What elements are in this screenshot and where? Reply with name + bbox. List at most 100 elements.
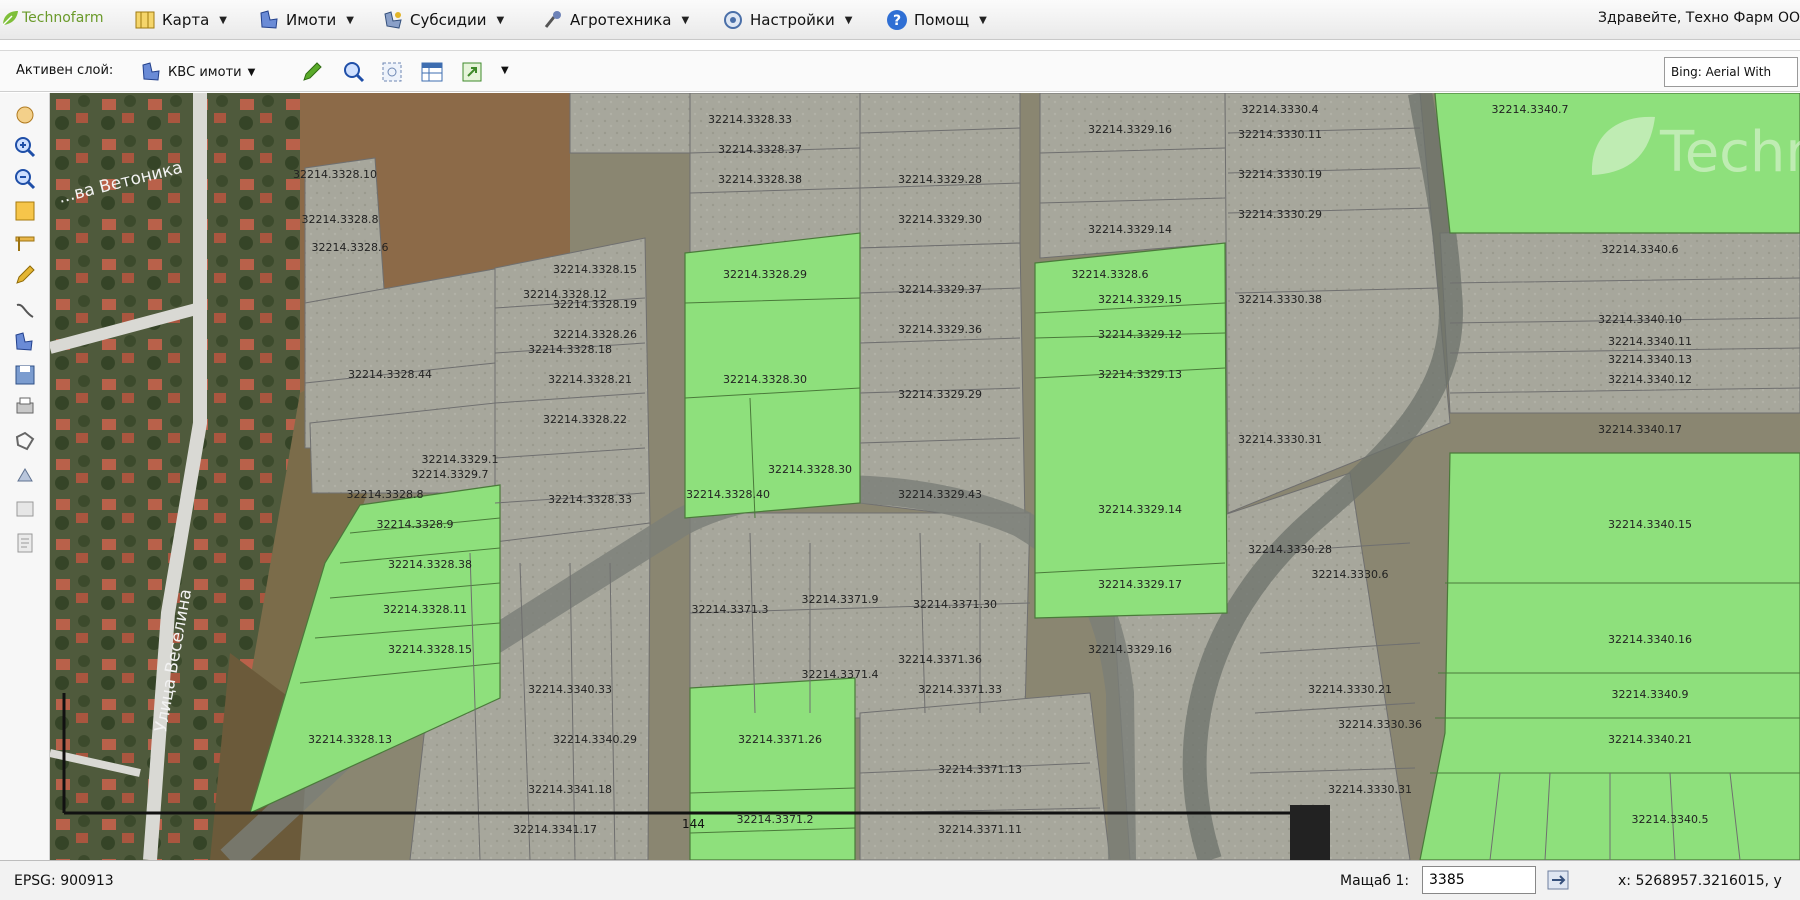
menu-plots-label: Имоти	[286, 11, 337, 29]
parcel-id-label: 32214.3329.14	[1088, 223, 1172, 236]
parcel-id-label: 32214.3330.21	[1308, 683, 1392, 696]
parcel-id-label: 32214.3329.12	[1098, 328, 1182, 341]
parcel-id-label: 32214.3328.11	[383, 603, 467, 616]
parcel-id-label: 32214.3330.4	[1242, 103, 1319, 116]
zoom-in-icon[interactable]	[13, 135, 37, 159]
parcel-id-label: 32214.3330.28	[1248, 543, 1332, 556]
help-icon: ?	[887, 10, 907, 30]
parcel-id-label: 32214.3329.7	[412, 468, 489, 481]
identify-pencil-icon[interactable]	[13, 263, 37, 287]
parcel-id-label: 32214.3328.8	[302, 213, 379, 226]
parcel-id-label: 32214.3371.13	[938, 763, 1022, 776]
menu-plots[interactable]: Имоти ▼	[258, 6, 354, 34]
draw-polygon-icon[interactable]	[13, 429, 37, 453]
edit-pencil-icon[interactable]	[300, 60, 324, 84]
export-layer-icon[interactable]	[460, 60, 484, 84]
parcel-id-label: 32214.3371.3	[692, 603, 769, 616]
svg-text:?: ?	[893, 13, 901, 29]
parcel-id-label: 32214.3371.2	[737, 813, 814, 826]
layers-icon[interactable]	[13, 497, 37, 521]
clear-icon[interactable]	[13, 463, 37, 487]
parcel-id-label: 32214.3328.26	[553, 328, 637, 341]
user-greeting[interactable]: Здравейте, Техно Фарм ОО	[1598, 10, 1800, 26]
menu-help[interactable]: ? Помощ ▼	[886, 6, 987, 34]
parcel-id-label: 32214.3328.22	[543, 413, 627, 426]
parcel-id-label: 32214.3340.10	[1598, 313, 1682, 326]
print-icon[interactable]	[13, 395, 37, 419]
chevron-down-icon: ▼	[496, 14, 505, 26]
draw-line-icon[interactable]	[13, 299, 37, 323]
parcel-id-label: 32214.3328.30	[723, 373, 807, 386]
parcel-id-label: 32214.3328.6	[312, 241, 389, 254]
plots-layer-icon	[142, 62, 160, 81]
parcel-id-label: 32214.3340.9	[1612, 688, 1689, 701]
projection-label: EPSG: 900913	[14, 873, 114, 889]
parcel-id-label: 32214.3330.6	[1312, 568, 1389, 581]
parcel-id-label: 32214.3330.31	[1328, 783, 1412, 796]
menu-map[interactable]: Карта ▼	[134, 6, 227, 34]
parcel-id-label: 32214.3329.1	[422, 453, 499, 466]
menu-subsidies[interactable]: Субсидии ▼	[382, 6, 504, 34]
parcel-id-label: 32214.3330.19	[1238, 168, 1322, 181]
parcel-id-label: 32214.3328.19	[553, 298, 637, 311]
map-toolbar: Активен слой: КВС имоти ▼ ▼ Bing: Aerial…	[0, 50, 1800, 92]
parcel-id-label: 32214.3330.11	[1238, 128, 1322, 141]
parcel-id-label: 32214.3340.33	[528, 683, 612, 696]
map-svg[interactable]: ...ва Ветоника Улица Веселина Techno 144…	[50, 93, 1800, 860]
pan-hand-icon[interactable]	[13, 103, 37, 127]
parcel-id-label: 32214.3329.15	[1098, 293, 1182, 306]
parcel-id-label: 32214.3329.37	[898, 283, 982, 296]
parcel-id-label: 32214.3328.38	[388, 558, 472, 571]
parcel-id-label: 32214.3340.21	[1608, 733, 1692, 746]
subsidies-icon	[384, 11, 402, 29]
parcel-id-label: 32214.3329.16	[1088, 123, 1172, 136]
parcel-id-label: 32214.3329.29	[898, 388, 982, 401]
zoom-extent-icon[interactable]	[13, 199, 37, 223]
parcel-id-label: 32214.3328.37	[718, 143, 802, 156]
agrotech-icon	[544, 11, 561, 28]
status-bar: EPSG: 900913 Мащаб 1: x: 5268957.3216015…	[0, 860, 1800, 900]
save-icon[interactable]	[13, 363, 37, 387]
apply-scale-icon[interactable]	[1546, 869, 1570, 891]
parcel-id-label: 32214.3371.36	[898, 653, 982, 666]
parcel-id-label: 32214.3329.14	[1098, 503, 1182, 516]
menu-settings[interactable]: Настройки ▼	[722, 6, 852, 34]
parcel-id-label: 32214.3328.30	[768, 463, 852, 476]
active-layer-select[interactable]: КВС имоти ▼	[140, 59, 255, 85]
parcel-id-label: 32214.3329.30	[898, 213, 982, 226]
parcel-id-label: 32214.3328.15	[388, 643, 472, 656]
settings-icon	[724, 11, 742, 29]
parcel-id-label: 32214.3340.15	[1608, 518, 1692, 531]
measure-ruler-icon[interactable]	[13, 231, 37, 255]
parcel-id-label: 32214.3371.9	[802, 593, 879, 606]
logo-text: Technofarm	[22, 10, 104, 26]
parcel-id-label: 32214.3328.33	[708, 113, 792, 126]
parcel-id-label: 32214.3328.13	[308, 733, 392, 746]
select-area-icon[interactable]	[380, 60, 404, 84]
basemap-select[interactable]: Bing: Aerial With	[1664, 57, 1798, 87]
parcel-id-label: 32214.3328.10	[293, 168, 377, 181]
zoom-out-icon[interactable]	[13, 167, 37, 191]
parcel-id-label: 32214.3328.15	[553, 263, 637, 276]
parcel-id-label: 32214.3328.44	[348, 368, 432, 381]
map-canvas[interactable]: ...ва Ветоника Улица Веселина Techno 144…	[50, 93, 1800, 860]
chevron-down-icon: ▼	[681, 14, 690, 26]
active-layer-label: Активен слой:	[16, 63, 114, 78]
parcel-id-label: 32214.3329.36	[898, 323, 982, 336]
chevron-down-icon: ▼	[219, 14, 227, 26]
parcel-id-label: 32214.3330.29	[1238, 208, 1322, 221]
attribute-table-icon[interactable]	[420, 60, 444, 84]
parcel-id-label: 32214.3330.36	[1338, 718, 1422, 731]
parcel-id-label: 32214.3340.16	[1608, 633, 1692, 646]
menu-agrotech[interactable]: Агротехника ▼	[542, 6, 689, 34]
document-icon[interactable]	[13, 531, 37, 555]
scale-input[interactable]	[1422, 866, 1536, 894]
zoom-to-layer-icon[interactable]	[342, 60, 366, 84]
watermark-text: Techno	[1659, 120, 1800, 185]
chevron-down-icon[interactable]: ▼	[501, 65, 509, 76]
chevron-down-icon: ▼	[247, 66, 256, 78]
select-parcel-icon[interactable]	[13, 331, 37, 355]
chevron-down-icon: ▼	[844, 14, 853, 26]
parcel-id-label: 32214.3340.29	[553, 733, 637, 746]
parcel-id-label: 32214.3329.28	[898, 173, 982, 186]
